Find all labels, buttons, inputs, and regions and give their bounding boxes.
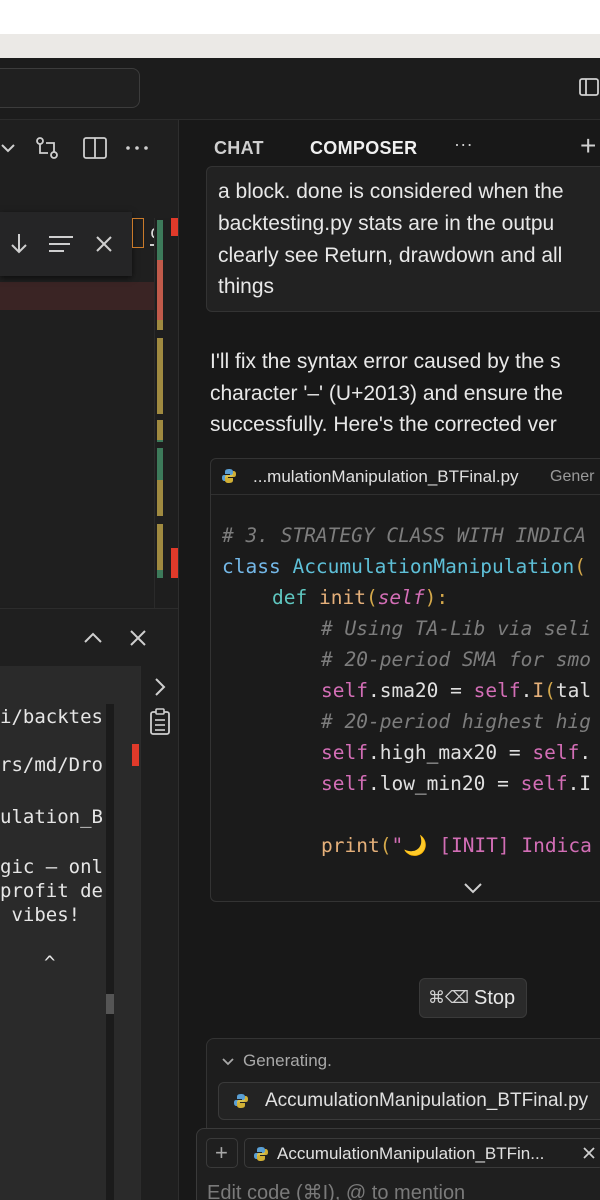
code-token: self	[377, 586, 425, 609]
window-gap	[0, 34, 600, 58]
python-file-icon	[233, 1093, 249, 1114]
more-tabs-icon[interactable]: ···	[454, 134, 473, 155]
code-line: # Using TA-Lib via seli	[321, 617, 592, 640]
code-line: # 20-period highest hig	[321, 710, 592, 733]
code-token: .high_max20 =	[367, 741, 533, 764]
chevron-down-icon[interactable]	[221, 1055, 235, 1073]
user-message-line: clearly see Return, drawdown and all	[218, 244, 563, 267]
more-actions-icon[interactable]	[124, 135, 150, 161]
new-chat-button[interactable]: +	[580, 130, 597, 162]
close-panel-icon[interactable]	[128, 628, 148, 653]
tab-chat[interactable]: CHAT	[214, 138, 264, 159]
split-editor-icon[interactable]	[82, 135, 108, 161]
compare-changes-icon[interactable]	[34, 135, 60, 161]
arrow-down-icon[interactable]	[8, 232, 30, 261]
stop-shortcut: ⌘⌫	[428, 988, 470, 1007]
code-token: AccumulationManipulation	[292, 555, 575, 578]
terminal-scrollbar[interactable]	[106, 704, 114, 1200]
terminal-scroll-thumb[interactable]	[106, 994, 114, 1014]
assistant-reply-line: successfully. Here's the corrected ver	[210, 413, 557, 436]
close-icon[interactable]	[94, 234, 114, 259]
terminal-caret: ^	[44, 952, 56, 974]
code-line: # 3. STRATEGY CLASS WITH INDICA	[222, 524, 586, 547]
gutter-marker	[132, 218, 144, 248]
command-center-search[interactable]	[0, 68, 140, 108]
code-token: class	[222, 555, 293, 578]
code-token: I	[532, 679, 545, 702]
context-file-chip[interactable]: AccumulationManipulation_BTFin...	[244, 1138, 600, 1168]
expand-code-icon[interactable]	[462, 880, 484, 901]
browser-top-bar	[0, 0, 600, 34]
code-line: self.high_max20 = self.	[321, 741, 591, 764]
stop-label: Stop	[474, 987, 516, 1009]
code-token: init	[318, 586, 366, 609]
code-token: def	[272, 586, 319, 609]
code-token: .	[579, 741, 592, 764]
generating-label: Generating.	[243, 1051, 332, 1070]
terminal-error-mark	[132, 744, 139, 766]
code-token: (	[574, 555, 586, 578]
user-message-line: a block. done is considered when the	[218, 180, 564, 203]
generating-filename: AccumulationManipulation_BTFinal.py	[265, 1090, 589, 1111]
close-icon[interactable]	[581, 1145, 597, 1166]
code-token: print	[321, 834, 380, 857]
code-token: self	[532, 741, 580, 764]
terminal-line: vibes!	[0, 904, 81, 926]
python-file-icon	[221, 468, 237, 489]
assistant-reply-line: I'll fix the syntax error caused by the …	[210, 350, 561, 373]
stop-button[interactable]: ⌘⌫ Stop	[419, 978, 527, 1018]
code-token: self	[473, 679, 521, 702]
code-block-header: ...mulationManipulation_BTFinal.py Gener	[211, 459, 600, 495]
code-token: "🌙 [INIT] Indica	[391, 834, 592, 857]
code-token: self	[321, 772, 368, 795]
code-token: (	[544, 679, 556, 702]
maximize-panel-icon[interactable]	[82, 627, 104, 654]
code-token: (	[365, 586, 378, 609]
code-token: (	[379, 834, 392, 857]
generating-file[interactable]: AccumulationManipulation_BTFinal.py	[218, 1082, 600, 1120]
terminal-line: gic — onl	[0, 856, 103, 878]
code-token: .sma20 =	[367, 679, 474, 702]
add-context-button[interactable]: +	[206, 1138, 238, 1168]
context-file-name: AccumulationManipulation_BTFin...	[277, 1144, 545, 1163]
python-file-icon	[253, 1146, 269, 1167]
user-message-line: backtesting.py stats are in the outpu	[218, 212, 555, 235]
tab-composer[interactable]: COMPOSER	[310, 138, 417, 159]
code-token: .low_min20 =	[367, 772, 521, 795]
chevron-down-icon[interactable]	[0, 135, 26, 161]
code-line: self.sma20 = self.I(tal	[321, 679, 591, 702]
code-token: self	[520, 772, 568, 795]
code-token: self	[321, 679, 368, 702]
panel-header	[0, 608, 178, 666]
overview-ruler[interactable]	[154, 218, 179, 608]
code-line: class AccumulationManipulation(	[222, 555, 586, 578]
code-token: .	[520, 679, 533, 702]
toggle-sidebar-icon[interactable]	[578, 76, 600, 98]
code-token: self	[321, 741, 368, 764]
terminal-line: i/backtes	[0, 706, 103, 728]
plus-label: +	[215, 1140, 228, 1165]
terminal-line: rs/md/Dro	[0, 754, 103, 776]
user-message-line: things	[218, 275, 275, 298]
code-block-status: Gener	[550, 468, 595, 485]
code-token: ):	[424, 586, 449, 609]
terminal[interactable]: i/backtes rs/md/Dro ulation_B gic — onl …	[0, 666, 140, 1200]
code-token: .I	[567, 772, 592, 795]
terminal-line: ulation_B	[0, 806, 103, 828]
code-line: def init(self):	[272, 586, 448, 609]
code-line: # 20-period SMA for smo	[321, 648, 592, 671]
terminal-line: profit de	[0, 880, 103, 902]
chevron-right-icon[interactable]	[151, 676, 169, 703]
find-widget	[0, 212, 132, 276]
find-in-selection-icon[interactable]	[48, 234, 74, 259]
clipboard-icon[interactable]	[149, 708, 171, 741]
composer-placeholder: Edit code (⌘I), @ to mention	[207, 1182, 466, 1200]
code-token: tal	[555, 679, 592, 702]
code-line: print("🌙 [INIT] Indica	[321, 834, 592, 857]
code-line: self.low_min20 = self.I	[321, 772, 591, 795]
code-block-filename[interactable]: ...mulationManipulation_BTFinal.py	[253, 467, 519, 487]
assistant-reply-line: character '–' (U+2013) and ensure the	[210, 382, 563, 405]
terminal-side-bar	[140, 666, 178, 1200]
error-line-highlight	[0, 282, 178, 310]
